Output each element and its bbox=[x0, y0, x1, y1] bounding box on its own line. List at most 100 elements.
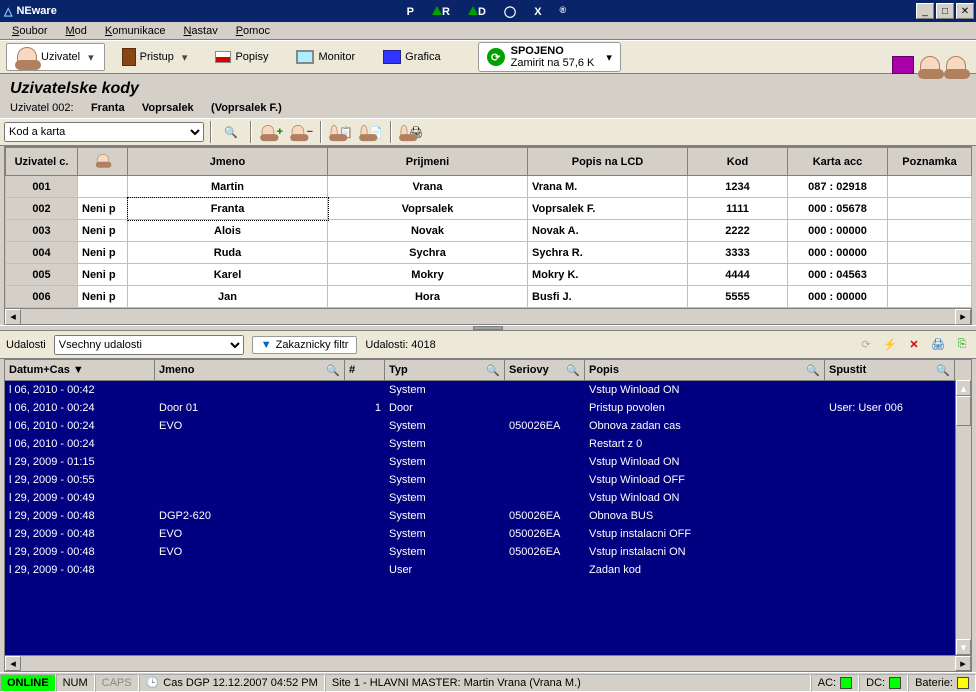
table-row[interactable]: 006Neni pJanHoraBusfi J.5555000 : 00000 bbox=[6, 286, 972, 308]
events-label: Udalosti bbox=[6, 339, 46, 351]
maximize-button[interactable]: □ bbox=[936, 3, 954, 19]
events-filter-select[interactable]: Vsechny udalosti bbox=[54, 335, 244, 355]
users-icon-1[interactable] bbox=[920, 56, 940, 76]
current-user-first: Franta bbox=[91, 102, 125, 114]
menu-komunikace[interactable]: Komunikace bbox=[97, 24, 174, 38]
event-row[interactable]: l 06, 2010 - 00:24Door 011DoorPristup po… bbox=[5, 399, 971, 417]
add-user-button[interactable]: + bbox=[258, 121, 284, 143]
event-row[interactable]: l 29, 2009 - 00:49SystemVstup Winload ON bbox=[5, 489, 971, 507]
paste-user-button[interactable]: 📄 bbox=[358, 121, 384, 143]
print-icon[interactable]: 🖨 bbox=[930, 337, 946, 353]
status-online: ONLINE bbox=[0, 674, 56, 692]
event-row[interactable]: l 06, 2010 - 00:24SystemRestart z 0 bbox=[5, 435, 971, 453]
table-row[interactable]: 005Neni pKarelMokryMokry K.4444000 : 045… bbox=[6, 264, 972, 286]
app-icon: △ bbox=[4, 5, 12, 18]
remove-user-button[interactable]: − bbox=[288, 121, 314, 143]
events-toolbar: Udalosti Vsechny udalosti ▼Zakaznicky fi… bbox=[0, 331, 976, 359]
minimize-button[interactable]: _ bbox=[916, 3, 934, 19]
col-surname[interactable]: Prijmeni bbox=[328, 148, 528, 176]
table-row[interactable]: 004Neni pRudaSychraSychra R.3333000 : 00… bbox=[6, 242, 972, 264]
bolt-icon[interactable]: ⚡ bbox=[882, 337, 898, 353]
page-header: Uzivatelske kody Uzivatel 002: Franta Vo… bbox=[0, 74, 976, 118]
status-bat: Baterie: bbox=[908, 674, 976, 692]
col-code[interactable]: Kod bbox=[688, 148, 788, 176]
app-title: NEware bbox=[16, 5, 56, 17]
status-site: Site 1 - HLAVNI MASTER: Martin Vrana (Vr… bbox=[325, 674, 811, 692]
col-card[interactable]: Karta acc bbox=[788, 148, 888, 176]
ecol-name[interactable]: Jmeno🔍 bbox=[155, 360, 345, 380]
col-num[interactable]: Uzivatel c. bbox=[6, 148, 78, 176]
event-row[interactable]: l 06, 2010 - 00:24EVOSystem050026EAObnov… bbox=[5, 417, 971, 435]
custom-filter-button[interactable]: ▼Zakaznicky filtr bbox=[252, 336, 358, 354]
event-row[interactable]: l 29, 2009 - 00:48UserZadan kod bbox=[5, 561, 971, 579]
export-icon[interactable]: ⎘ bbox=[954, 337, 970, 353]
col-person-icon[interactable] bbox=[78, 148, 128, 176]
search-button[interactable]: 🔍 bbox=[218, 121, 244, 143]
grid-hscroll[interactable]: ◂▸ bbox=[5, 308, 971, 324]
menu-soubor[interactable]: Soubor bbox=[4, 24, 55, 38]
print-user-button[interactable]: 🖨 bbox=[398, 121, 424, 143]
funnel-icon: ▼ bbox=[261, 339, 272, 351]
events-grid: Datum+Cas ▼ Jmeno🔍 # Typ🔍 Seriovy🔍 Popis… bbox=[4, 359, 972, 656]
table-row[interactable]: 002Neni pFrantaVoprsalekVoprsalek F.1111… bbox=[6, 198, 972, 220]
disk-icon[interactable] bbox=[892, 56, 914, 74]
menu-nastav[interactable]: Nastav bbox=[175, 24, 225, 38]
menu-bar: Soubor Mod Komunikace Nastav Pomoc bbox=[0, 22, 976, 40]
bat-led-icon bbox=[957, 677, 969, 689]
col-lcd[interactable]: Popis na LCD bbox=[528, 148, 688, 176]
event-row[interactable]: l 29, 2009 - 00:48EVOSystem050026EAVstup… bbox=[5, 543, 971, 561]
current-user-last: Voprsalek bbox=[142, 102, 194, 114]
events-count: Udalosti: 4018 bbox=[365, 339, 435, 351]
menu-pomoc[interactable]: Pomoc bbox=[228, 24, 278, 38]
events-vscroll[interactable]: ▴▾ bbox=[955, 380, 971, 655]
flag-icon bbox=[215, 51, 231, 63]
ecol-type[interactable]: Typ🔍 bbox=[385, 360, 505, 380]
col-note[interactable]: Poznamka bbox=[888, 148, 972, 176]
tab-grafica[interactable]: Grafica bbox=[372, 46, 451, 68]
status-caps: CAPS bbox=[95, 674, 139, 692]
brand: PRD◯X® bbox=[57, 5, 916, 18]
copy-user-button[interactable]: 📋 bbox=[328, 121, 354, 143]
magnifier-icon: 🔍 bbox=[224, 126, 238, 139]
page-title: Uzivatelske kody bbox=[10, 80, 966, 98]
close-button[interactable]: ✕ bbox=[956, 3, 974, 19]
ecol-desc[interactable]: Popis🔍 bbox=[585, 360, 825, 380]
connect-icon: ⟳ bbox=[487, 48, 505, 66]
users-grid: Uzivatel c. Jmeno Prijmeni Popis na LCD … bbox=[4, 146, 972, 325]
ecol-trigger[interactable]: Spustit🔍 bbox=[825, 360, 955, 380]
current-user-label: Uzivatel 002: bbox=[10, 102, 74, 114]
delete-icon[interactable]: ✕ bbox=[906, 337, 922, 353]
door-icon bbox=[122, 48, 136, 66]
tab-labels[interactable]: Popisy bbox=[204, 47, 279, 67]
clock-icon: 🕒 bbox=[146, 676, 160, 689]
ecol-date[interactable]: Datum+Cas ▼ bbox=[5, 360, 155, 380]
title-bar: △ NEware PRD◯X® _ □ ✕ bbox=[0, 0, 976, 22]
tab-user[interactable]: Uzivatel bbox=[6, 43, 105, 71]
tab-monitor[interactable]: Monitor bbox=[285, 46, 366, 68]
connection-status[interactable]: ⟳ SPOJENOZamirit na 57,6 K ▾ bbox=[478, 42, 621, 72]
user-toolbar: Kod a karta 🔍 + − 📋 📄 🖨 bbox=[0, 118, 976, 146]
col-name[interactable]: Jmeno bbox=[128, 148, 328, 176]
grafica-icon bbox=[383, 50, 401, 64]
refresh-icon[interactable]: ⟳ bbox=[858, 337, 874, 353]
event-row[interactable]: l 06, 2010 - 00:42SystemVstup Winload ON bbox=[5, 381, 971, 399]
event-row[interactable]: l 29, 2009 - 01:15SystemVstup Winload ON bbox=[5, 453, 971, 471]
filter-select[interactable]: Kod a karta bbox=[4, 122, 204, 142]
status-dc: DC: bbox=[859, 674, 908, 692]
status-ac: AC: bbox=[811, 674, 859, 692]
tab-access[interactable]: Pristup bbox=[111, 44, 199, 70]
events-hscroll[interactable]: ◂ ▸ bbox=[4, 656, 972, 672]
status-clock: 🕒Cas DGP 12.12.2007 04:52 PM bbox=[139, 674, 325, 692]
event-row[interactable]: l 29, 2009 - 00:48DGP2-620System050026EA… bbox=[5, 507, 971, 525]
ecol-serial[interactable]: Seriovy🔍 bbox=[505, 360, 585, 380]
ecol-hash[interactable]: # bbox=[345, 360, 385, 380]
status-num: NUM bbox=[56, 674, 95, 692]
monitor-icon bbox=[296, 50, 314, 64]
event-row[interactable]: l 29, 2009 - 00:55SystemVstup Winload OF… bbox=[5, 471, 971, 489]
ac-led-icon bbox=[840, 677, 852, 689]
menu-mod[interactable]: Mod bbox=[57, 24, 94, 38]
users-icon-2[interactable] bbox=[946, 56, 966, 76]
table-row[interactable]: 003Neni pAloisNovakNovak A.2222000 : 000… bbox=[6, 220, 972, 242]
event-row[interactable]: l 29, 2009 - 00:48EVOSystem050026EAVstup… bbox=[5, 525, 971, 543]
table-row[interactable]: 001MartinVranaVrana M.1234087 : 02918 bbox=[6, 176, 972, 198]
